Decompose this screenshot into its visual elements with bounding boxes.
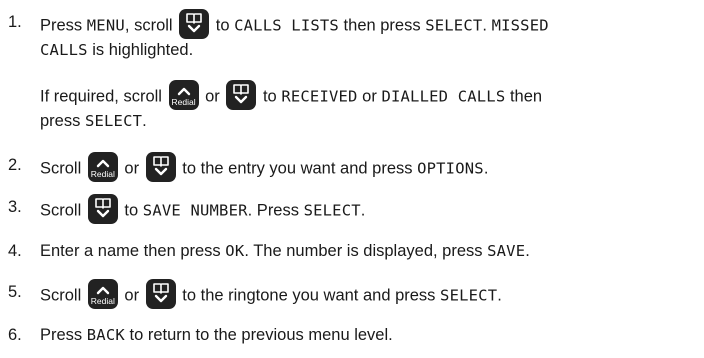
instruction-text: or — [200, 87, 225, 106]
step-number: 3. — [8, 198, 22, 216]
step-text: Scroll Redial or to the ringtone you wan… — [40, 279, 502, 311]
instruction-text: . — [483, 159, 489, 178]
display-text: SELECT — [303, 201, 361, 220]
redial-up-button-icon: Redial — [87, 152, 118, 182]
instruction-text: . — [142, 112, 147, 130]
phonebook-down-button-icon — [87, 194, 118, 224]
instruction-text: Enter a name then press — [40, 242, 226, 260]
step-number: 4. — [8, 242, 22, 260]
step-number: 6. — [8, 326, 22, 344]
phonebook-down-button-icon — [145, 152, 176, 182]
display-text: OK — [225, 242, 245, 260]
redial-up-button-icon: Redial — [87, 279, 118, 309]
redial-label: Redial — [171, 97, 196, 107]
instruction-text: to — [211, 16, 235, 35]
redial-up-button-icon: Redial — [168, 80, 199, 110]
instruction-text: to the ringtone you want and press — [177, 286, 441, 305]
step-text: If required, scroll Redial or to RECEIVE… — [40, 80, 543, 112]
instruction-text: to the entry you want and press — [177, 159, 418, 178]
step-text: press SELECT. — [40, 110, 147, 132]
instruction-text: . The number is displayed, press — [244, 242, 488, 260]
step-text: CALLS is highlighted. — [40, 39, 193, 61]
step-number: 2. — [8, 156, 22, 174]
display-text: SELECT — [425, 16, 483, 35]
instruction-text: Scroll — [40, 201, 86, 220]
redial-label: Redial — [90, 296, 115, 306]
instruction-text: to — [119, 201, 143, 220]
step-text: Press MENU, scroll to CALLS LISTS then p… — [40, 9, 549, 41]
instruction-text: Press — [40, 326, 87, 344]
step-number: 1. — [8, 13, 22, 31]
instruction-text: . Press — [247, 201, 304, 220]
display-text: SELECT — [84, 112, 143, 130]
redial-label: Redial — [90, 169, 115, 179]
instruction-text: Press — [40, 16, 87, 35]
instruction-text: , scroll — [124, 16, 178, 35]
step-text: Scroll to SAVE NUMBER. Press SELECT. — [40, 194, 366, 226]
display-text: OPTIONS — [417, 159, 484, 178]
instruction-text: or — [119, 286, 144, 305]
instruction-text: to — [258, 87, 282, 106]
display-text: BACK — [86, 326, 125, 344]
instruction-text: . — [525, 242, 530, 260]
step-text: Scroll Redial or to the entry you want a… — [40, 152, 489, 184]
display-text: SELECT — [440, 286, 498, 305]
instruction-text: . — [360, 201, 366, 220]
display-text: SAVE NUMBER — [142, 201, 248, 220]
instruction-text: . — [497, 286, 502, 305]
instruction-text: to return to the previous menu level. — [124, 326, 393, 344]
instruction-text: is highlighted. — [87, 41, 194, 59]
display-text: CALLS LISTS — [234, 16, 339, 35]
instruction-text: or — [357, 87, 382, 106]
instruction-text: Scroll — [40, 159, 86, 178]
phonebook-down-button-icon — [179, 9, 210, 39]
instruction-text: . — [482, 16, 492, 35]
instruction-text: press — [40, 112, 85, 130]
instruction-text: then — [505, 87, 543, 106]
step-text: Enter a name then press OK. The number i… — [40, 240, 530, 262]
display-text: CALLS — [40, 41, 88, 59]
instruction-text: If required, scroll — [40, 87, 167, 106]
instruction-text: Scroll — [40, 286, 86, 305]
step-number: 5. — [8, 283, 22, 301]
display-text: SAVE — [487, 242, 526, 260]
instruction-text: or — [119, 159, 144, 178]
display-text: DIALLED CALLS — [381, 87, 506, 106]
instruction-text: then press — [338, 16, 426, 35]
step-text: Press BACK to return to the previous men… — [40, 324, 393, 346]
display-text: MISSED — [491, 16, 549, 35]
phonebook-down-button-icon — [145, 279, 176, 309]
display-text: MENU — [86, 16, 125, 35]
phonebook-down-button-icon — [226, 80, 257, 110]
display-text: RECEIVED — [281, 87, 358, 106]
